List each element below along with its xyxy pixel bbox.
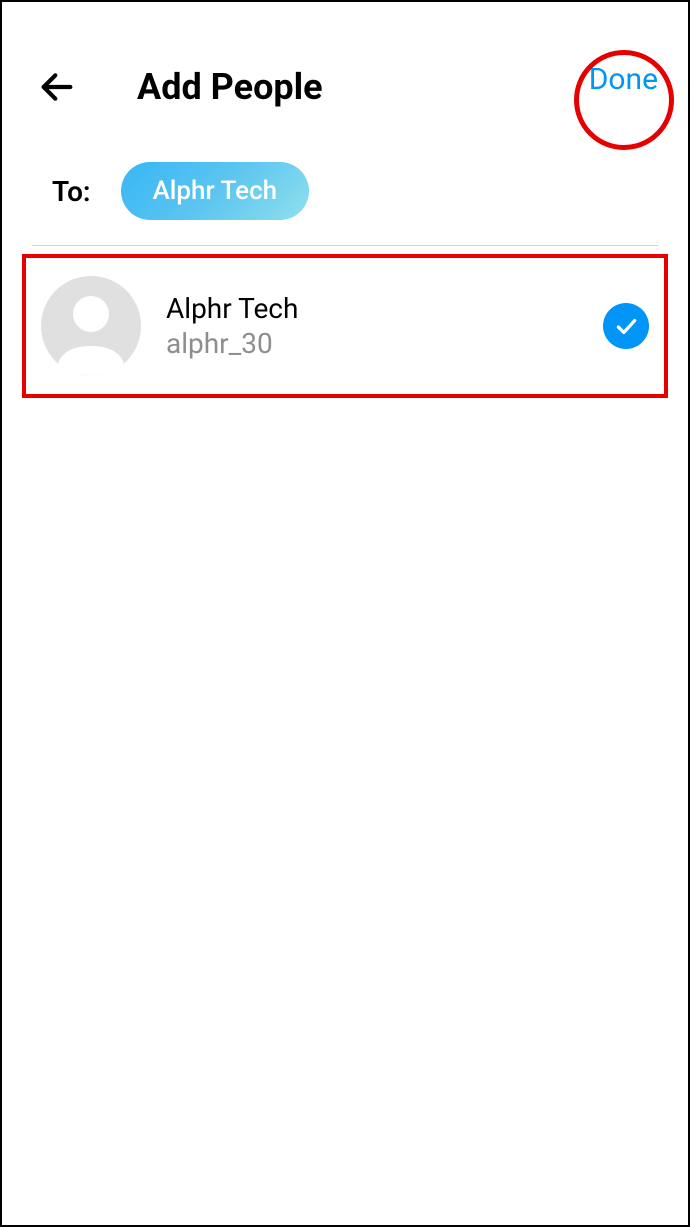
user-info: Alphr Tech alphr_30 <box>166 292 603 360</box>
person-row[interactable]: Alphr Tech alphr_30 <box>22 254 668 398</box>
user-name: Alphr Tech <box>166 292 603 325</box>
divider <box>32 245 658 246</box>
selected-checkmark[interactable] <box>603 303 649 349</box>
user-handle: alphr_30 <box>166 327 603 360</box>
back-button[interactable] <box>32 62 82 112</box>
recipient-chip[interactable]: Alphr Tech <box>121 162 310 220</box>
avatar <box>41 276 141 376</box>
back-arrow-icon <box>37 67 77 107</box>
to-section: To: Alphr Tech <box>2 142 688 245</box>
page-title: Add People <box>137 66 323 108</box>
header: Add People Done <box>2 2 688 142</box>
checkmark-icon <box>613 313 639 339</box>
avatar-placeholder-icon <box>41 276 141 376</box>
done-button[interactable]: Done <box>589 62 658 97</box>
to-label: To: <box>52 175 91 208</box>
people-list: Alphr Tech alphr_30 <box>2 254 688 398</box>
